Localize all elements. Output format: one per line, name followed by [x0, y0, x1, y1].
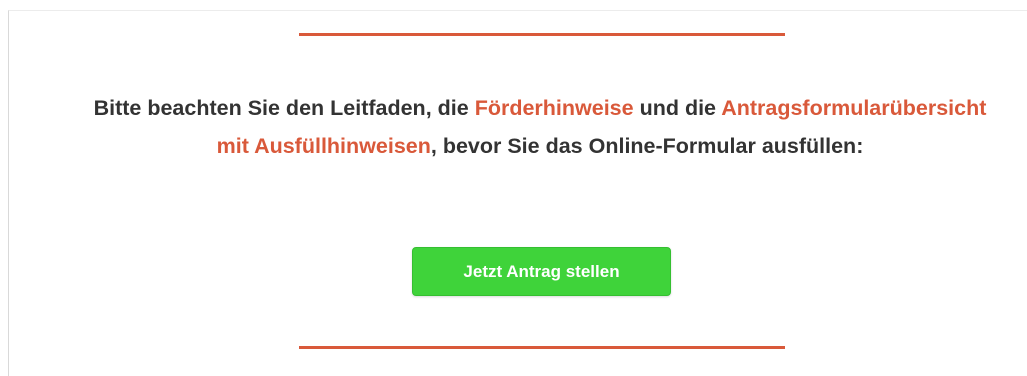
bottom-divider	[299, 346, 785, 349]
content-panel	[8, 10, 1027, 376]
notice-text-part2: und die	[633, 96, 722, 120]
notice-text: Bitte beachten Sie den Leitfaden, die Fö…	[90, 89, 990, 165]
top-divider	[299, 33, 785, 36]
notice-text-part3: , bevor Sie das Online-Formular ausfülle…	[430, 134, 864, 158]
foerderhinweise-link[interactable]: Förderhinweise	[475, 96, 634, 120]
submit-application-button[interactable]: Jetzt Antrag stellen	[412, 247, 671, 296]
submit-application-button-label: Jetzt Antrag stellen	[463, 261, 620, 281]
notice-text-part1: Bitte beachten Sie den Leitfaden, die	[93, 96, 475, 120]
